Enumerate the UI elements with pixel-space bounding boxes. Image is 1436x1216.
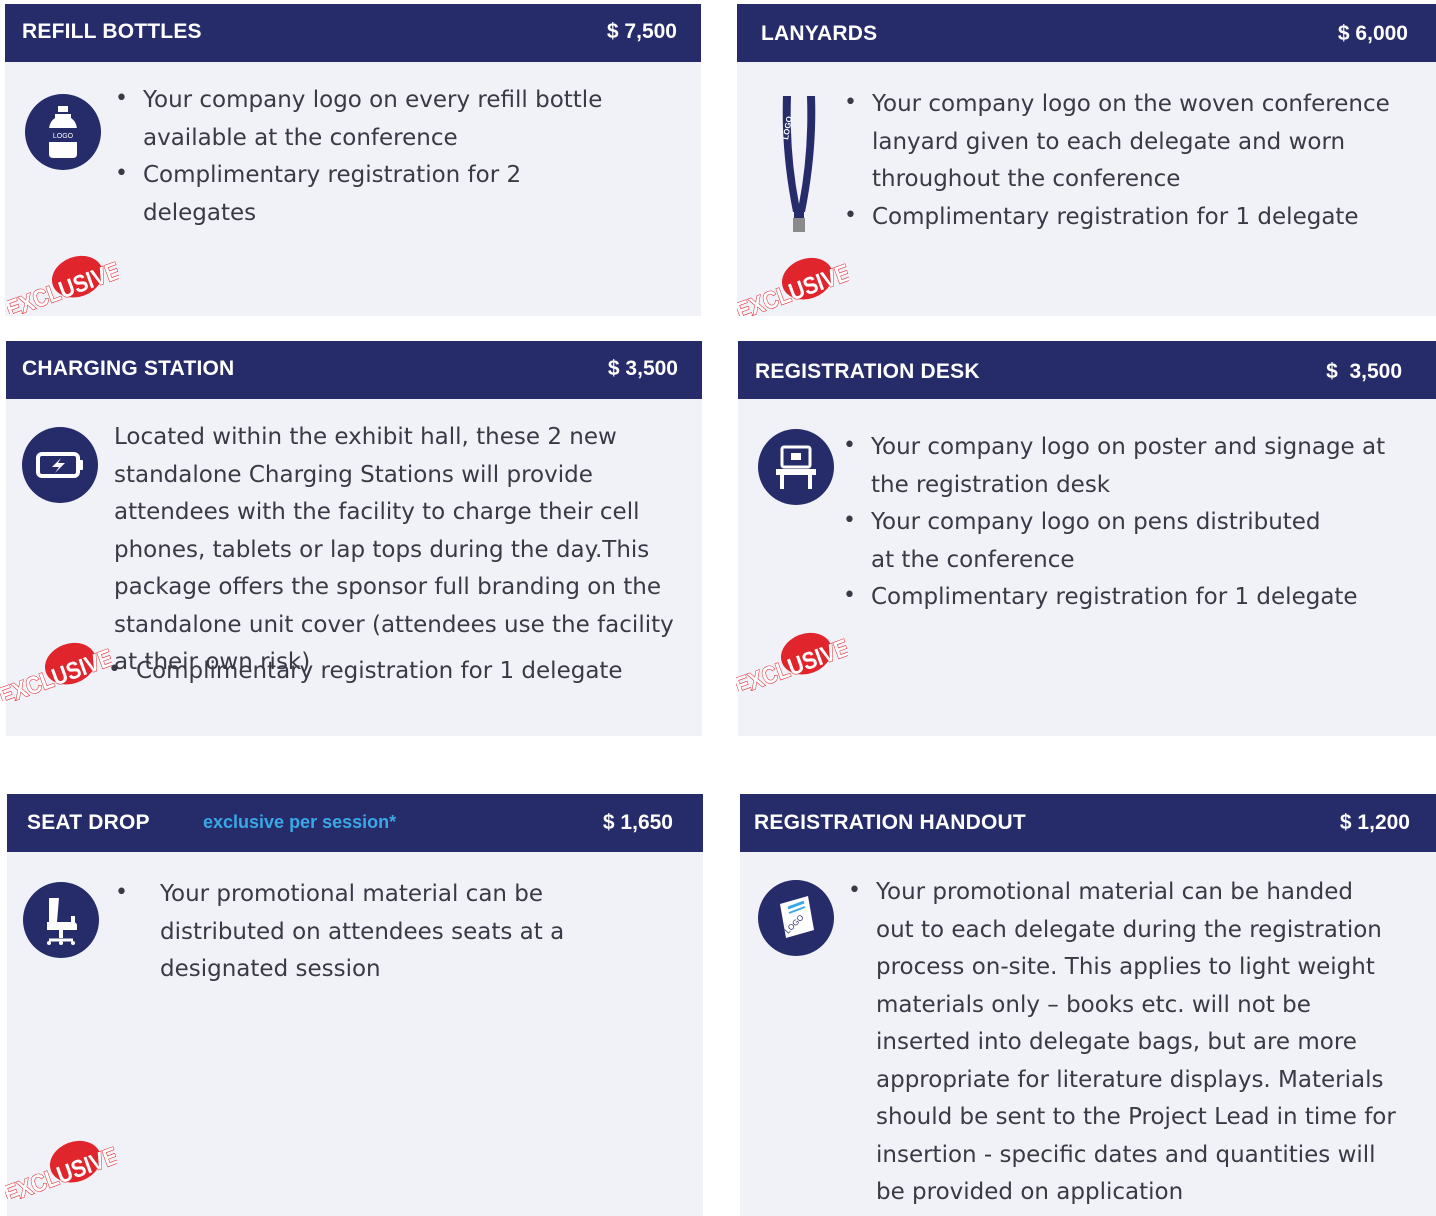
bullet-list: Your promotional material can be handed …	[848, 872, 1396, 1212]
lanyard-icon: LOGO	[777, 92, 821, 236]
card-header: SEAT DROP exclusive per session* $ 1,650	[7, 794, 703, 852]
bullet-item: Your promotional material can be distrib…	[115, 874, 675, 989]
bullet-item: Complimentary registration for 1 delegat…	[108, 651, 668, 691]
svg-text:LOGO: LOGO	[53, 133, 74, 140]
bullet-list: Your company logo on poster and signage …	[843, 427, 1413, 617]
bullet-item: Your promotional material can be handed …	[848, 872, 1396, 1212]
card-title: LANYARDS	[761, 22, 878, 45]
card-title: REGISTRATION DESK	[755, 360, 980, 383]
card-header: LANYARDS $ 6,000	[737, 4, 1436, 62]
description: Located within the exhibit hall, these 2…	[114, 424, 674, 675]
card-registration-handout: REGISTRATION HANDOUT $ 1,200 LOGO Your p…	[740, 794, 1436, 1216]
card-price: $ 7,500	[606, 20, 677, 43]
office-chair-icon	[23, 882, 99, 958]
exclusive-stamp: EXCLUSIVE	[731, 631, 853, 700]
battery-charging-icon	[22, 427, 98, 503]
card-title: SEAT DROP	[27, 811, 150, 834]
bullet-item: Your company logo on pens distributed at…	[843, 502, 1413, 579]
card-charging-station: CHARGING STATION $ 3,500 Located within …	[0, 341, 702, 736]
bullet-list: Your promotional material can be distrib…	[115, 874, 675, 989]
exclusive-stamp: EXCLUSIVE	[732, 256, 854, 325]
card-refill-bottles: REFILL BOTTLES $ 7,500 LOGO Your company…	[2, 4, 701, 323]
card-price: $ 3,500	[1326, 360, 1402, 383]
bullet-item: Complimentary registration for 1 delegat…	[843, 577, 1413, 617]
card-title: REGISTRATION HANDOUT	[754, 811, 1026, 834]
card-subtitle: exclusive per session*	[203, 812, 397, 832]
card-price: $ 3,500	[607, 357, 678, 380]
card-title: REFILL BOTTLES	[22, 20, 202, 43]
bullet-item: Your company logo on poster and signage …	[843, 427, 1413, 504]
card-title: CHARGING STATION	[22, 357, 235, 380]
bullet-list: Complimentary registration for 1 delegat…	[108, 651, 668, 691]
bullet-list: Your company logo on the woven conferenc…	[844, 84, 1404, 237]
registration-desk-icon	[758, 429, 834, 505]
card-price: $ 1,200	[1339, 811, 1410, 834]
handout-bag-icon: LOGO	[758, 880, 834, 956]
card-price: $ 6,000	[1337, 22, 1408, 45]
bullet-item: Your company logo on every refill bottle…	[115, 80, 635, 157]
bullet-item: Complimentary registration for 2 delegat…	[115, 155, 635, 232]
card-header: REGISTRATION HANDOUT $ 1,200	[740, 794, 1436, 852]
exclusive-stamp: EXCLUSIVE	[2, 254, 124, 323]
card-header: REGISTRATION DESK $ 3,500	[738, 341, 1436, 399]
card-seat-drop: SEAT DROP exclusive per session* $ 1,650…	[0, 794, 703, 1216]
bullet-list: Your company logo on every refill bottle…	[115, 80, 635, 232]
card-price: $ 1,650	[602, 811, 673, 834]
card-registration-desk: REGISTRATION DESK $ 3,500 Your company l…	[731, 341, 1436, 736]
bottle-icon: LOGO	[25, 94, 101, 170]
card-header: REFILL BOTTLES $ 7,500	[5, 4, 701, 62]
bullet-item: Your company logo on the woven conferenc…	[844, 84, 1404, 199]
card-header: CHARGING STATION $ 3,500	[6, 341, 702, 399]
card-lanyards: LANYARDS $ 6,000 LOGO Your company logo …	[732, 4, 1436, 325]
exclusive-stamp: EXCLUSIVE	[0, 641, 117, 710]
bullet-item: Complimentary registration for 1 delegat…	[844, 197, 1404, 237]
exclusive-stamp: EXCLUSIVE	[0, 1139, 122, 1208]
